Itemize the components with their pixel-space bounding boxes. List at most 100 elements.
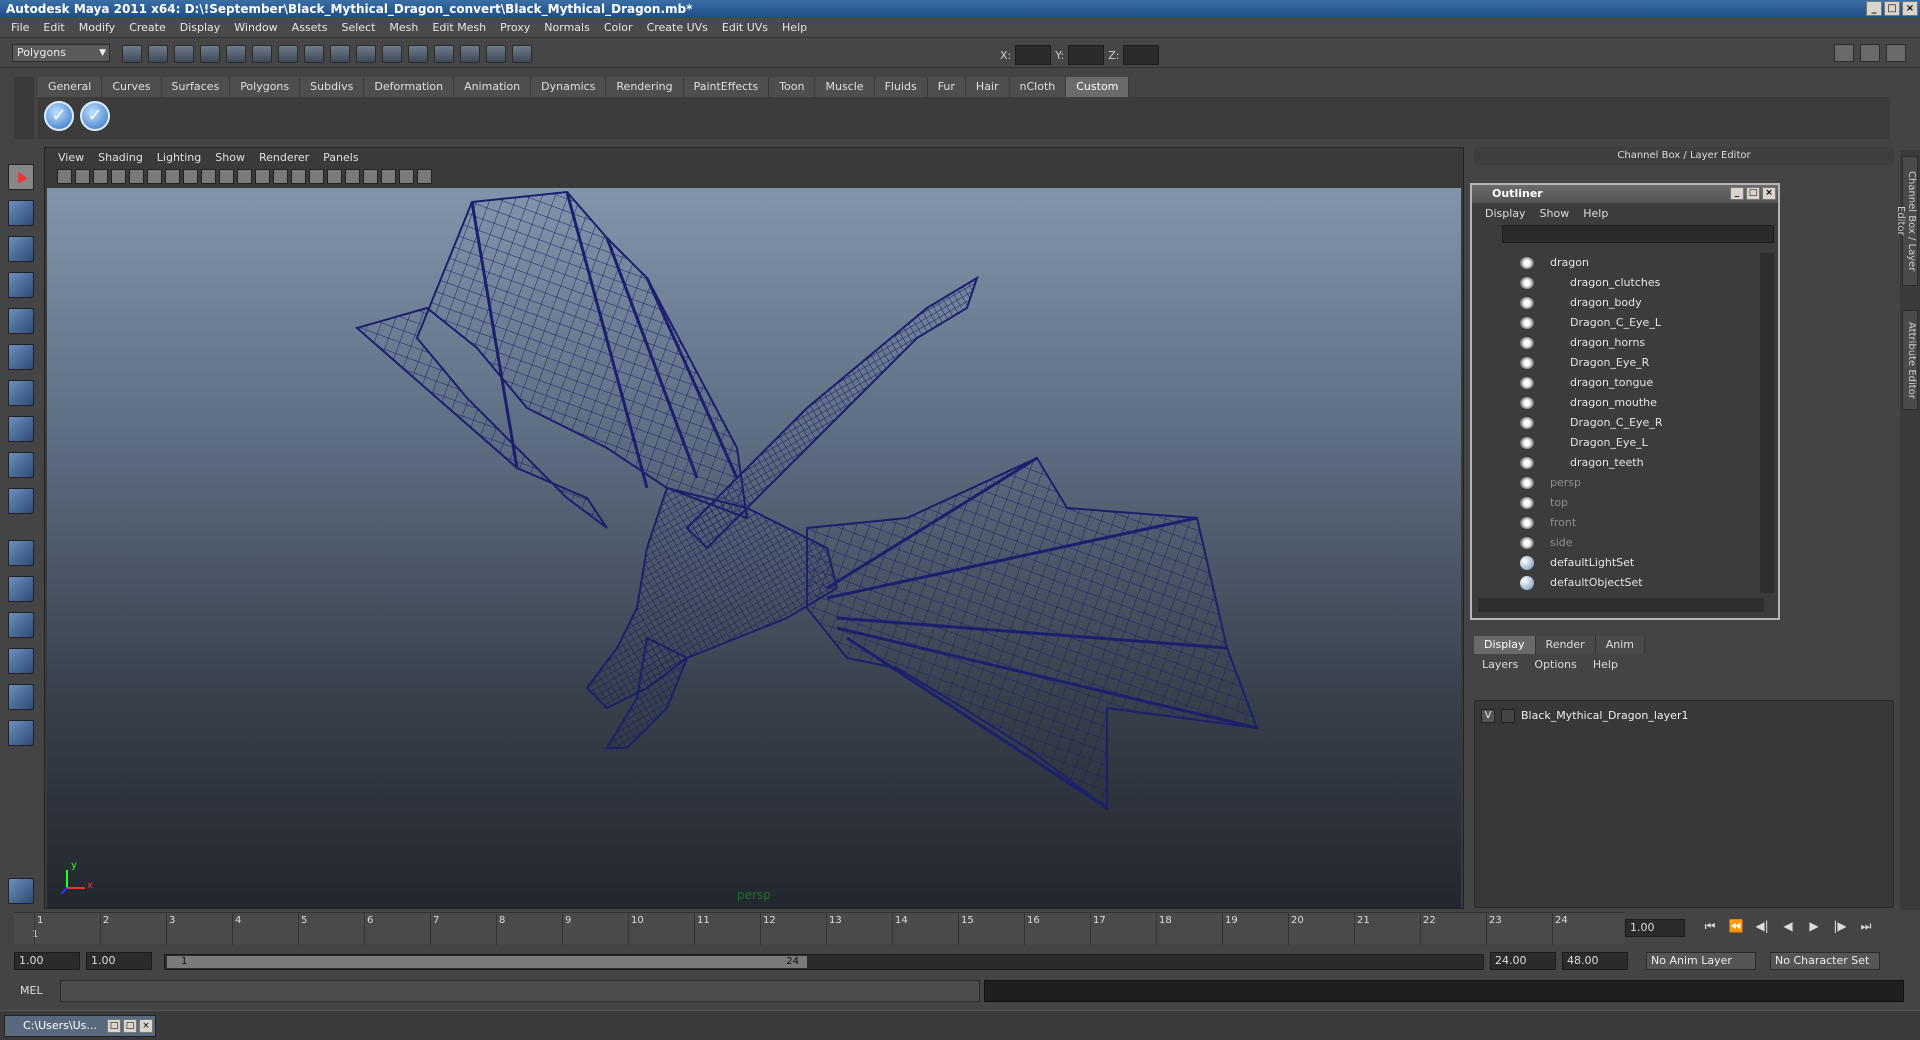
graph-layout-icon[interactable] bbox=[8, 648, 34, 674]
outliner-item-camera[interactable]: side bbox=[1478, 533, 1758, 553]
menu-normals[interactable]: Normals bbox=[537, 21, 597, 34]
snap-plane-icon[interactable] bbox=[356, 45, 376, 63]
tool-settings-toggle-icon[interactable] bbox=[1860, 44, 1880, 62]
step-back-key-icon[interactable]: ⏪ bbox=[1726, 919, 1746, 934]
manipulator-tool-icon[interactable] bbox=[8, 380, 34, 406]
maximize-icon[interactable]: □ bbox=[1746, 187, 1760, 200]
grid-icon[interactable] bbox=[129, 168, 144, 184]
film-gate-icon[interactable] bbox=[147, 168, 162, 184]
shelf-tab-custom[interactable]: Custom bbox=[1066, 77, 1130, 97]
last-tool-icon[interactable] bbox=[8, 488, 34, 514]
menu-color[interactable]: Color bbox=[597, 21, 640, 34]
safe-title-icon[interactable] bbox=[237, 168, 252, 184]
time-slider[interactable]: 1 1 2 3 4 5 6 7 8 9 10 11 12 13 14 15 16 17 18 19 20 21 22 23 2… bbox=[14, 912, 1624, 945]
x-field[interactable] bbox=[1015, 45, 1052, 65]
paint-select-tool-icon[interactable] bbox=[8, 236, 34, 262]
lasso-tool-icon[interactable] bbox=[8, 200, 34, 226]
outliner-item-camera[interactable]: front bbox=[1478, 513, 1758, 533]
maximize-icon[interactable]: □ bbox=[123, 1019, 137, 1033]
checkmark-icon[interactable]: ✓ bbox=[44, 101, 74, 131]
close-icon[interactable]: × bbox=[1762, 187, 1776, 200]
outliner-item-camera[interactable]: persp bbox=[1478, 473, 1758, 493]
outliner-item-set[interactable]: defaultObjectSet bbox=[1478, 573, 1758, 593]
smooth-shade-icon[interactable] bbox=[273, 168, 288, 184]
outliner-item[interactable]: Dragon_C_Eye_L bbox=[1478, 313, 1758, 333]
range-handle[interactable]: 1 24 bbox=[167, 956, 807, 968]
menu-create[interactable]: Create bbox=[122, 21, 173, 34]
go-to-end-icon[interactable]: ⏭ bbox=[1856, 919, 1876, 934]
maximize-icon[interactable]: □ bbox=[1884, 1, 1900, 16]
layer-visibility-toggle[interactable]: V bbox=[1481, 709, 1495, 723]
y-field[interactable] bbox=[1068, 45, 1105, 65]
minimize-icon[interactable]: _ bbox=[1730, 187, 1744, 200]
layer-menu-help[interactable]: Help bbox=[1585, 658, 1626, 671]
outliner-item[interactable]: dragon_horns bbox=[1478, 333, 1758, 353]
camera-select-icon[interactable] bbox=[57, 168, 72, 184]
snap-grid-icon[interactable] bbox=[278, 45, 298, 63]
light-icon[interactable] bbox=[327, 168, 342, 184]
channel-box-toggle-icon[interactable] bbox=[1886, 44, 1906, 62]
mel-label[interactable]: MEL bbox=[20, 984, 43, 997]
minimize-icon[interactable]: _ bbox=[1866, 1, 1882, 16]
four-pane-layout-icon[interactable] bbox=[8, 576, 34, 602]
isolate-select-icon[interactable] bbox=[381, 168, 396, 184]
open-scene-icon[interactable] bbox=[148, 45, 168, 63]
layer-row[interactable]: V Black_Mythical_Dragon_layer1 bbox=[1481, 707, 1688, 725]
3d-viewport[interactable]: y x persp bbox=[47, 188, 1461, 908]
shelf-tab-painteffects[interactable]: PaintEffects bbox=[683, 77, 770, 97]
menu-proxy[interactable]: Proxy bbox=[493, 21, 537, 34]
safe-action-icon[interactable] bbox=[219, 168, 234, 184]
vp-menu-show[interactable]: Show bbox=[208, 151, 252, 164]
hand-icon[interactable] bbox=[8, 878, 34, 904]
render-layout-icon[interactable] bbox=[8, 720, 34, 746]
channel-box-side-tab[interactable]: Channel Box / Layer Editor bbox=[1895, 156, 1918, 286]
layer-tab-render[interactable]: Render bbox=[1535, 636, 1596, 654]
scale-tool-icon[interactable] bbox=[8, 344, 34, 370]
shelf-tab-polygons[interactable]: Polygons bbox=[230, 77, 301, 97]
range-bar[interactable]: 1 24 bbox=[164, 954, 1484, 970]
menu-edit-uvs[interactable]: Edit UVs bbox=[715, 21, 775, 34]
minimized-window[interactable]: C:\Users\Us... □ □ × bbox=[4, 1015, 156, 1037]
hypershade-layout-icon[interactable] bbox=[8, 684, 34, 710]
camera-attributes-icon[interactable] bbox=[75, 168, 90, 184]
menu-edit-mesh[interactable]: Edit Mesh bbox=[425, 21, 493, 34]
character-set-dropdown[interactable]: No Character Set bbox=[1770, 952, 1880, 970]
attribute-editor-side-tab[interactable]: Attribute Editor bbox=[1902, 310, 1918, 410]
outliner-item[interactable]: dragon_clutches bbox=[1478, 273, 1758, 293]
menu-display[interactable]: Display bbox=[173, 21, 228, 34]
save-scene-icon[interactable] bbox=[174, 45, 194, 63]
outliner-menu-help[interactable]: Help bbox=[1576, 207, 1615, 220]
outliner-item[interactable]: dragon_tongue bbox=[1478, 373, 1758, 393]
move-tool-icon[interactable] bbox=[8, 272, 34, 298]
outliner-item[interactable]: Dragon_C_Eye_R bbox=[1478, 413, 1758, 433]
menu-assets[interactable]: Assets bbox=[285, 21, 335, 34]
resolution-gate-icon[interactable] bbox=[165, 168, 180, 184]
shadow-icon[interactable] bbox=[345, 168, 360, 184]
layer-tab-display[interactable]: Display bbox=[1474, 636, 1536, 654]
vp-menu-renderer[interactable]: Renderer bbox=[252, 151, 316, 164]
history-icon[interactable] bbox=[408, 45, 428, 63]
close-icon[interactable]: × bbox=[139, 1019, 153, 1033]
play-backwards-icon[interactable]: ◀ bbox=[1778, 919, 1798, 934]
snap-curve-icon[interactable] bbox=[304, 45, 324, 63]
ambient-occlusion-icon[interactable] bbox=[417, 168, 432, 184]
menu-select[interactable]: Select bbox=[334, 21, 382, 34]
outliner-item[interactable]: Dragon_Eye_R bbox=[1478, 353, 1758, 373]
menu-window[interactable]: Window bbox=[227, 21, 284, 34]
hypershade-icon[interactable] bbox=[512, 45, 532, 63]
high-quality-icon[interactable] bbox=[399, 168, 414, 184]
shelf-tab-animation[interactable]: Animation bbox=[454, 77, 532, 97]
command-input[interactable] bbox=[60, 980, 980, 1002]
outliner-item[interactable]: dragon_body bbox=[1478, 293, 1758, 313]
go-to-start-icon[interactable]: ⏮ bbox=[1700, 919, 1720, 934]
snap-point-icon[interactable] bbox=[330, 45, 350, 63]
restore-icon[interactable]: □ bbox=[107, 1019, 121, 1033]
shelf-tab-fluids[interactable]: Fluids bbox=[874, 77, 928, 97]
playback-end-field[interactable]: 24.00 bbox=[1490, 952, 1556, 970]
layer-playback-toggle[interactable] bbox=[1501, 709, 1515, 723]
shelf-tab-curves[interactable]: Curves bbox=[102, 77, 162, 97]
outliner-item[interactable]: dragon_teeth bbox=[1478, 453, 1758, 473]
outliner-item-set[interactable]: defaultLightSet bbox=[1478, 553, 1758, 573]
shelf-tab-dynamics[interactable]: Dynamics bbox=[531, 77, 607, 97]
outliner-item-camera[interactable]: top bbox=[1478, 493, 1758, 513]
